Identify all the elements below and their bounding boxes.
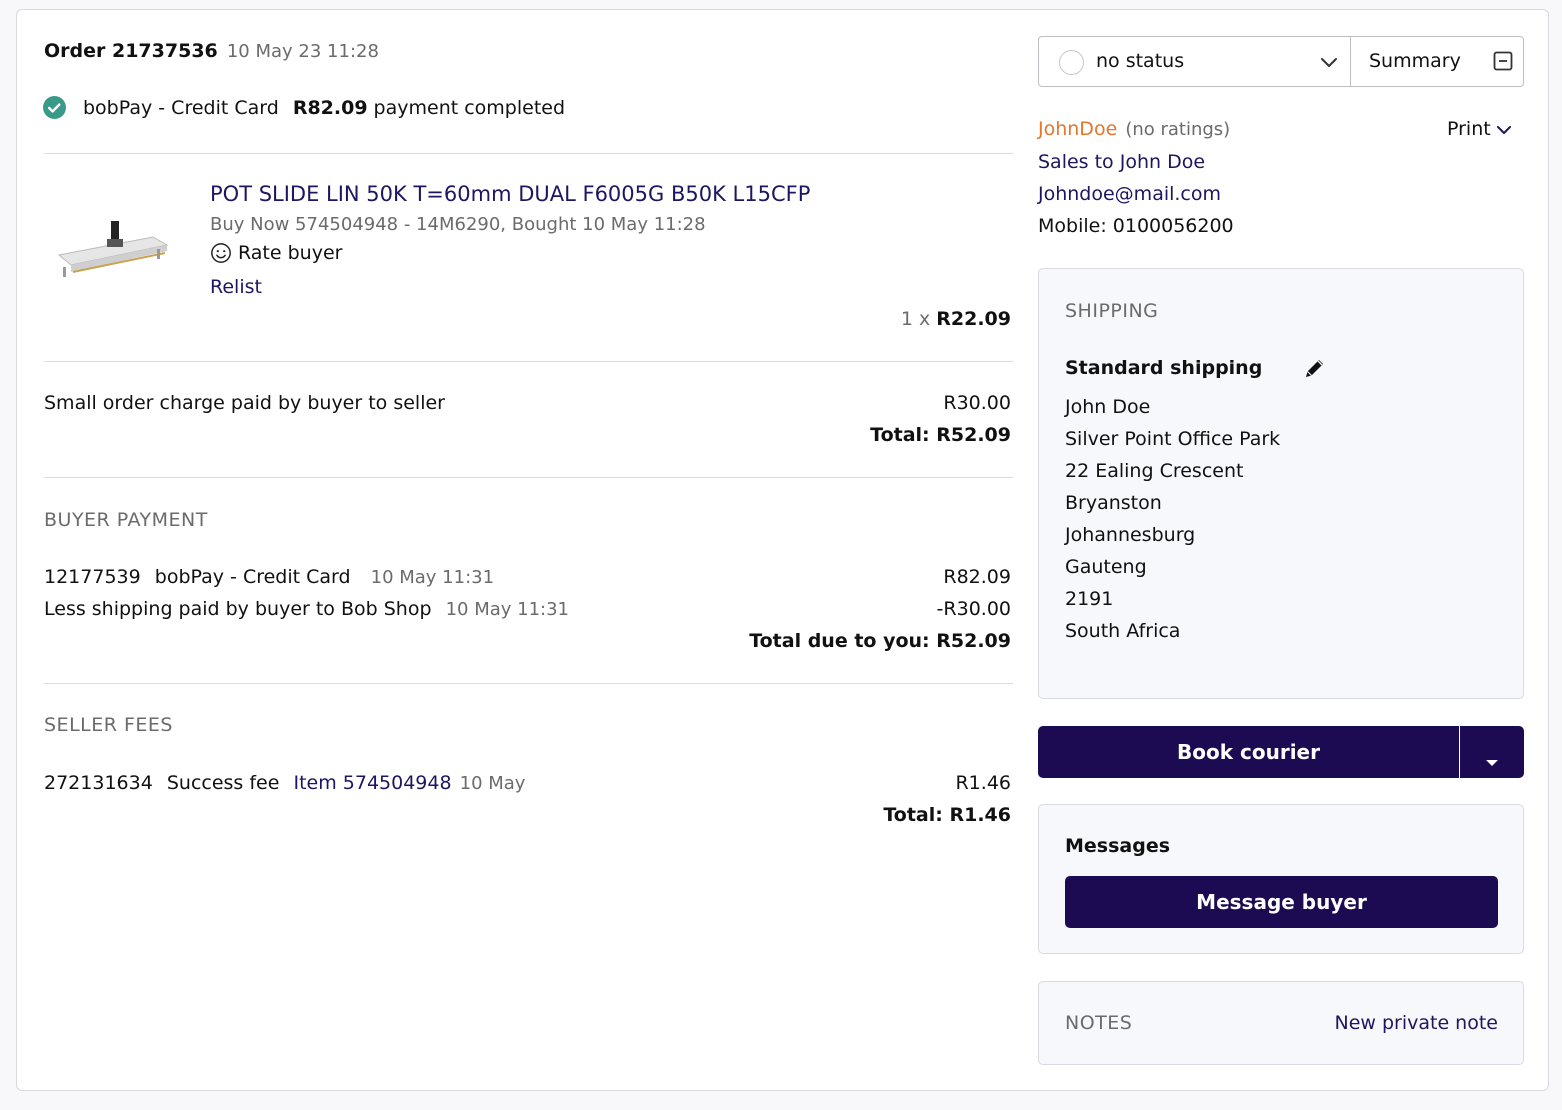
item-qty: 1 x [900, 308, 931, 330]
payment-method: bobPay - Credit Card [83, 96, 279, 119]
buyer-ratings: (no ratings) [1125, 119, 1231, 140]
book-courier-button[interactable]: Book courier [1038, 726, 1459, 778]
status-dropdown[interactable]: no status [1039, 37, 1350, 86]
divider [44, 153, 1013, 154]
item-price-line: 1 x R22.09 [901, 308, 1011, 330]
address-line: Bryanston [1065, 492, 1162, 514]
payment-method: bobPay - Credit Card [154, 566, 351, 588]
small-order-charge-amount: R30.00 [943, 392, 1011, 414]
caret-down-icon [1485, 748, 1499, 766]
check-circle-icon [43, 96, 66, 119]
shipping-heading: SHIPPING [1065, 300, 1159, 322]
fee-id: 272131634 [44, 772, 153, 794]
address-line: 2191 [1065, 588, 1114, 610]
status-value: no status [1096, 50, 1185, 72]
buyer-email-link[interactable]: Johndoe@mail.com [1038, 183, 1221, 205]
buyer-payment-row-1: 12177539 bobPay - Credit Card 10 May 11:… [44, 566, 494, 588]
message-buyer-button[interactable]: Message buyer [1065, 876, 1498, 928]
address-line: 22 Ealing Crescent [1065, 460, 1244, 482]
smiley-icon [210, 242, 232, 264]
status-dropdown-group: no status Summary [1038, 36, 1524, 87]
rate-buyer-label: Rate buyer [238, 242, 343, 264]
item-title-link[interactable]: POT SLIDE LIN 50K T=60mm DUAL F6005G B50… [210, 182, 810, 206]
messages-panel: Messages Message buyer [1038, 804, 1524, 954]
payment-amount: R82.09 [292, 96, 368, 119]
relist-link[interactable]: Relist [210, 276, 262, 298]
address-line: Johannesburg [1065, 524, 1196, 546]
shipping-deduction-date: 10 May 11:31 [445, 599, 569, 620]
shipping-method: Standard shipping [1065, 357, 1263, 379]
summary-toggle[interactable]: Summary [1351, 37, 1523, 86]
fee-date: 10 May [459, 773, 526, 794]
order-header: Order 21737536 10 May 23 11:28 [44, 40, 379, 62]
order-card: Order 21737536 10 May 23 11:28 bobPay - … [16, 9, 1549, 1091]
product-image[interactable] [53, 215, 173, 285]
buyer-payment-row-2: Less shipping paid by buyer to Bob Shop … [44, 598, 569, 620]
fee-item-link[interactable]: Item 574504948 [293, 772, 451, 794]
order-datetime: 10 May 23 11:28 [226, 41, 379, 62]
courier-options-toggle[interactable] [1460, 726, 1524, 778]
address-line: South Africa [1065, 620, 1181, 642]
shipping-deduction-label: Less shipping paid by buyer to Bob Shop [44, 598, 432, 620]
payment-status-line: bobPay - Credit Card R82.09 payment comp… [43, 96, 565, 119]
fee-label: Success fee [166, 772, 280, 794]
seller-fee-row: 272131634 Success fee Item 574504948 10 … [44, 772, 525, 794]
payment-id: 12177539 [44, 566, 141, 588]
buyer-payment-heading: BUYER PAYMENT [44, 509, 208, 531]
summary-label: Summary [1369, 50, 1461, 72]
buyer-username[interactable]: JohnDoe [1038, 118, 1117, 140]
charges-total: Total: R52.09 [870, 424, 1011, 446]
small-order-charge-label: Small order charge paid by buyer to sell… [44, 392, 445, 414]
fees-total: Total: R1.46 [883, 804, 1011, 826]
pencil-icon[interactable] [1303, 356, 1327, 384]
divider [44, 361, 1013, 362]
address-line: Silver Point Office Park [1065, 428, 1281, 450]
address-line: John Doe [1065, 396, 1151, 418]
collapse-icon [1493, 51, 1513, 75]
item-price: R22.09 [936, 308, 1011, 330]
payment-date: 10 May 11:31 [370, 567, 495, 588]
fee-amount: R1.46 [955, 772, 1011, 794]
payment-status: payment completed [373, 96, 566, 119]
messages-heading: Messages [1065, 835, 1171, 857]
status-circle-icon [1059, 50, 1084, 75]
divider [44, 683, 1013, 684]
chevron-down-icon [1495, 121, 1513, 137]
buyer-mobile: Mobile: 0100056200 [1038, 215, 1234, 237]
order-title: Order 21737536 [44, 40, 218, 62]
address-line: Gauteng [1065, 556, 1147, 578]
buyer-identity: JohnDoe (no ratings) [1038, 118, 1230, 140]
shipping-deduction-amount: -R30.00 [936, 598, 1011, 620]
chevron-down-icon [1319, 53, 1339, 75]
item-meta: Buy Now 574504948 - 14M6290, Bought 10 M… [210, 214, 706, 235]
new-private-note-link[interactable]: New private note [1334, 1012, 1498, 1034]
print-dropdown[interactable]: Print [1447, 118, 1513, 140]
payment-amount: R82.09 [943, 566, 1011, 588]
seller-fees-heading: SELLER FEES [44, 714, 173, 736]
notes-heading: NOTES [1065, 1012, 1133, 1034]
shipping-panel: SHIPPING Standard shipping John Doe Silve… [1038, 268, 1524, 699]
total-due: Total due to you: R52.09 [749, 630, 1011, 652]
notes-panel: NOTES New private note [1038, 981, 1524, 1065]
divider [44, 477, 1013, 478]
print-label: Print [1447, 118, 1491, 140]
sales-to-buyer-link[interactable]: Sales to John Doe [1038, 151, 1205, 173]
rate-buyer-button[interactable]: Rate buyer [210, 242, 342, 264]
